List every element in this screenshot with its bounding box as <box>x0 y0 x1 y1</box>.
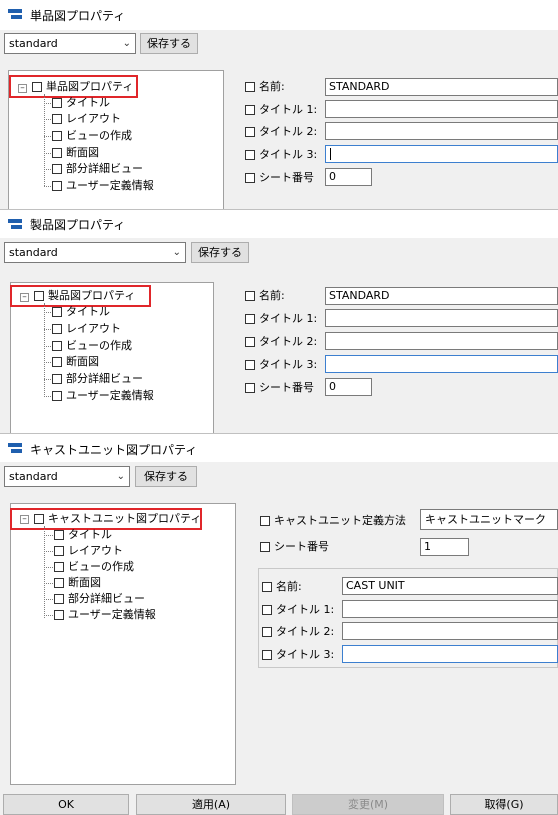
tree-item-layout[interactable]: レイアウト <box>52 112 121 126</box>
tree-item-view[interactable]: ビューの作成 <box>54 560 134 574</box>
checkbox[interactable] <box>32 82 42 92</box>
chevron-down-icon: ⌄ <box>172 247 181 258</box>
dialog2-title: 製品図プロパティ <box>30 218 126 232</box>
title1-label[interactable]: タイトル 1: <box>245 103 317 117</box>
title3-label[interactable]: タイトル 3: <box>245 148 317 162</box>
name-field[interactable]: STANDARD <box>325 287 558 305</box>
ok-button[interactable]: OK <box>3 794 129 815</box>
dialog2-preset-select[interactable]: standard ⌄ <box>4 242 186 263</box>
tree-item-title[interactable]: タイトル <box>54 528 112 542</box>
modify-button[interactable]: 変更(M) <box>292 794 444 815</box>
app-icon <box>8 443 22 454</box>
collapse-icon[interactable]: – <box>20 293 29 302</box>
tree-item-udi[interactable]: ユーザー定義情報 <box>54 608 156 622</box>
dialog3-title: キャストユニット図プロパティ <box>30 443 198 457</box>
title1-field[interactable] <box>325 100 558 118</box>
tree-item-detail[interactable]: 部分詳細ビュー <box>54 592 145 606</box>
name-label[interactable]: 名前: <box>245 80 285 94</box>
app-icon <box>8 219 22 230</box>
definition-select[interactable]: キャストユニットマーク <box>420 509 558 530</box>
chevron-down-icon: ⌄ <box>116 471 125 482</box>
dialog2-save-button[interactable]: 保存する <box>191 242 249 263</box>
sheet-field[interactable]: 0 <box>325 168 372 186</box>
dialog1-save-button[interactable]: 保存する <box>140 33 198 54</box>
sheet-label[interactable]: シート番号 <box>245 381 314 395</box>
title2-field[interactable] <box>325 332 558 350</box>
tree-item-udi[interactable]: ユーザー定義情報 <box>52 179 154 193</box>
title1-field[interactable] <box>342 600 558 618</box>
tree-item-view[interactable]: ビューの作成 <box>52 129 132 143</box>
title1-field[interactable] <box>325 309 558 327</box>
collapse-icon[interactable]: – <box>18 84 27 93</box>
sheet-label[interactable]: シート番号 <box>260 540 329 554</box>
name-label[interactable]: 名前: <box>245 289 285 303</box>
apply-button[interactable]: 適用(A) <box>136 794 286 815</box>
sheet-field[interactable]: 0 <box>325 378 372 396</box>
dialog1-title: 単品図プロパティ <box>30 9 126 23</box>
title3-field[interactable] <box>325 145 558 163</box>
tree-item-view[interactable]: ビューの作成 <box>52 339 132 353</box>
tree-item-section[interactable]: 断面図 <box>52 146 99 160</box>
name-field[interactable]: STANDARD <box>325 78 558 96</box>
get-button[interactable]: 取得(G) <box>450 794 558 815</box>
chevron-down-icon: ⌄ <box>122 38 131 49</box>
title3-field[interactable] <box>325 355 558 373</box>
title3-label[interactable]: タイトル 3: <box>262 648 334 662</box>
tree-root[interactable]: キャストユニット図プロパティ <box>34 512 201 526</box>
dialog1-titlebar: 単品図プロパティ <box>0 0 558 30</box>
title3-label[interactable]: タイトル 3: <box>245 358 317 372</box>
collapse-icon[interactable]: – <box>20 515 29 524</box>
sheet-field[interactable]: 1 <box>420 538 469 556</box>
name-field[interactable]: CAST UNIT <box>342 577 558 595</box>
title1-label[interactable]: タイトル 1: <box>262 603 334 617</box>
dialog3-preset-select[interactable]: standard ⌄ <box>4 466 130 487</box>
sheet-label[interactable]: シート番号 <box>245 171 314 185</box>
title2-label[interactable]: タイトル 2: <box>262 625 334 639</box>
title2-label[interactable]: タイトル 2: <box>245 125 317 139</box>
title3-field[interactable] <box>342 645 558 663</box>
tree-item-title[interactable]: タイトル <box>52 305 110 319</box>
definition-label[interactable]: キャストユニット定義方法 <box>260 514 406 528</box>
dialog3-save-button[interactable]: 保存する <box>135 466 197 487</box>
tree-item-detail[interactable]: 部分詳細ビュー <box>52 162 143 176</box>
dialog1-preset-select[interactable]: standard ⌄ <box>4 33 136 54</box>
tree-root[interactable]: 製品図プロパティ <box>34 289 135 303</box>
title2-field[interactable] <box>325 122 558 140</box>
tree-item-section[interactable]: 断面図 <box>54 576 101 590</box>
dialog3-titlebar: キャストユニット図プロパティ <box>0 434 558 464</box>
name-label[interactable]: 名前: <box>262 580 302 594</box>
text-caret <box>330 148 331 160</box>
tree-item-layout[interactable]: レイアウト <box>52 322 121 336</box>
tree-item-title[interactable]: タイトル <box>52 96 110 110</box>
tree-root[interactable]: 単品図プロパティ <box>32 80 133 94</box>
tree-item-detail[interactable]: 部分詳細ビュー <box>52 372 143 386</box>
preset-value: standard <box>9 37 58 50</box>
title1-label[interactable]: タイトル 1: <box>245 312 317 326</box>
tree-item-udi[interactable]: ユーザー定義情報 <box>52 389 154 403</box>
tree-item-layout[interactable]: レイアウト <box>54 544 123 558</box>
tree-item-section[interactable]: 断面図 <box>52 355 99 369</box>
app-icon <box>8 9 22 20</box>
title2-field[interactable] <box>342 622 558 640</box>
dialog2-titlebar: 製品図プロパティ <box>0 210 558 240</box>
title2-label[interactable]: タイトル 2: <box>245 335 317 349</box>
